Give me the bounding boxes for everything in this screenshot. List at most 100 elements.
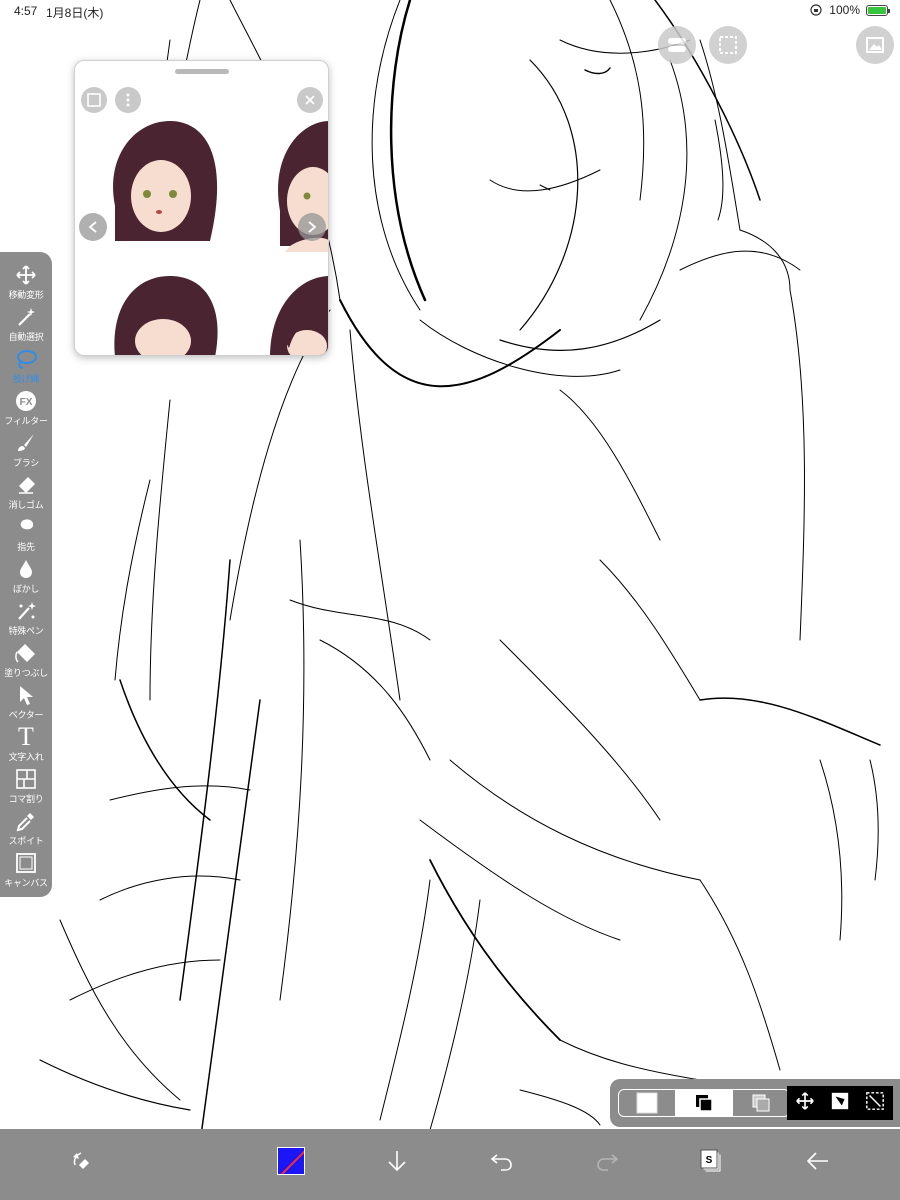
brush-eraser-toggle-button[interactable] <box>61 1141 101 1181</box>
brush-icon <box>14 431 38 455</box>
magic-wand-icon <box>14 305 38 329</box>
tool-label: ブラシ <box>13 458 39 468</box>
selection-tools <box>787 1086 893 1120</box>
tool-magic-wand[interactable]: 自動選択 <box>0 302 52 344</box>
special-pen-icon <box>14 599 38 623</box>
panel-icon <box>14 767 38 791</box>
layer-mode-segment <box>618 1089 790 1117</box>
undo-button[interactable] <box>482 1141 522 1181</box>
tool-special-pen[interactable]: 特殊ペン <box>0 596 52 638</box>
tool-label: 指先 <box>17 542 35 552</box>
vector-icon <box>14 683 38 707</box>
color-picker-button[interactable] <box>271 1141 311 1181</box>
tool-canvas[interactable]: キャンバス <box>0 848 52 890</box>
transform-icon <box>831 1092 849 1109</box>
tool-fill[interactable]: 塗りつぶし <box>0 638 52 680</box>
layers-button[interactable]: S <box>692 1141 732 1181</box>
tool-brush[interactable]: ブラシ <box>0 428 52 470</box>
smudge-icon <box>14 515 38 539</box>
move-icon <box>14 263 38 287</box>
tool-label: ぼかし <box>12 584 40 594</box>
back-icon <box>806 1152 828 1170</box>
eyedropper-icon <box>14 809 38 833</box>
layers-icon: S <box>700 1149 722 1173</box>
overlap-squares-icon <box>696 1095 713 1112</box>
status-bar: 4:57 1月8日(木) 100% <box>0 0 900 22</box>
tool-palette: 移動変形 自動選択 投げ縄 FX フィルター ブラシ 消しゴム 指先 ぼかし 特… <box>0 252 52 897</box>
orientation-lock-icon <box>810 4 822 16</box>
bottom-bar: S <box>0 1129 900 1200</box>
tool-label: 移動変形 <box>8 290 44 300</box>
chevron-right-icon <box>308 221 317 233</box>
download-button[interactable] <box>377 1141 417 1181</box>
layer-mode-below[interactable] <box>732 1090 789 1116</box>
reference-toggle-button[interactable] <box>81 87 107 113</box>
tool-label: 文字入れ <box>8 752 44 762</box>
tool-label: 自動選択 <box>8 332 44 342</box>
move-icon <box>795 1091 814 1110</box>
tool-label: コマ割り <box>8 794 44 804</box>
layer-mode-overlap[interactable] <box>675 1090 732 1116</box>
tool-panel[interactable]: コマ割り <box>0 764 52 806</box>
text-icon: T <box>14 724 38 750</box>
back-button[interactable] <box>798 1141 838 1181</box>
status-date: 1月8日(木) <box>46 6 104 20</box>
white-square-icon <box>636 1092 658 1114</box>
tool-vector[interactable]: ベクター <box>0 680 52 722</box>
reference-prev-button[interactable] <box>79 213 107 241</box>
tool-label: スポイト <box>8 836 44 846</box>
color-swatch <box>277 1147 305 1175</box>
canvas-icon <box>14 851 38 875</box>
lasso-icon <box>14 347 38 371</box>
drag-handle[interactable] <box>175 69 229 74</box>
blur-icon <box>14 557 38 581</box>
tool-smudge[interactable]: 指先 <box>0 512 52 554</box>
redo-icon <box>597 1154 619 1171</box>
selection-button[interactable] <box>709 26 747 64</box>
reference-window[interactable] <box>74 60 329 356</box>
layer-panel-button[interactable] <box>658 26 696 64</box>
status-time: 4:57 <box>14 4 38 18</box>
tool-filter[interactable]: FX フィルター <box>0 386 52 428</box>
sel-move-button[interactable] <box>795 1091 815 1116</box>
tool-label: ベクター <box>8 710 44 720</box>
square-icon <box>87 93 101 107</box>
battery-percent: 100% <box>829 3 860 17</box>
selection-icon <box>719 36 737 54</box>
battery-icon <box>866 4 890 16</box>
tool-eyedropper[interactable]: スポイト <box>0 806 52 848</box>
redo-button[interactable] <box>587 1141 627 1181</box>
chevron-left-icon <box>88 221 97 233</box>
tool-eraser[interactable]: 消しゴム <box>0 470 52 512</box>
tool-text[interactable]: T 文字入れ <box>0 722 52 764</box>
layers-badge: S <box>706 1155 713 1166</box>
layer-control-bar <box>610 1079 900 1127</box>
reference-more-button[interactable] <box>115 87 141 113</box>
tool-label: 特殊ペン <box>8 626 44 636</box>
sel-transform-button[interactable] <box>830 1091 850 1116</box>
reference-image <box>113 121 328 355</box>
status-indicators: 100% <box>809 3 890 17</box>
reference-close-button[interactable] <box>297 87 323 113</box>
tool-move-transform[interactable]: 移動変形 <box>0 260 52 302</box>
tool-blur[interactable]: ぼかし <box>0 554 52 596</box>
toggle-icon <box>668 38 686 52</box>
fx-icon: FX <box>14 389 38 413</box>
tool-label: フィルター <box>4 416 48 426</box>
image-icon <box>866 37 884 53</box>
sel-marquee-button[interactable] <box>865 1091 885 1116</box>
tool-label: キャンバス <box>4 878 48 888</box>
reference-next-button[interactable] <box>298 213 326 241</box>
undo-icon <box>490 1154 512 1171</box>
close-icon <box>305 95 315 105</box>
tool-lasso[interactable]: 投げ縄 <box>0 344 52 386</box>
download-icon <box>388 1151 406 1172</box>
layer-mode-normal[interactable] <box>619 1090 675 1116</box>
marquee-icon <box>866 1091 885 1110</box>
tool-label: 消しゴム <box>8 500 44 510</box>
eraser-icon <box>14 473 38 497</box>
fx-icon-text: FX <box>20 397 33 408</box>
image-button[interactable] <box>856 26 894 64</box>
tool-label: 投げ縄 <box>12 374 40 384</box>
more-icon <box>126 93 130 107</box>
